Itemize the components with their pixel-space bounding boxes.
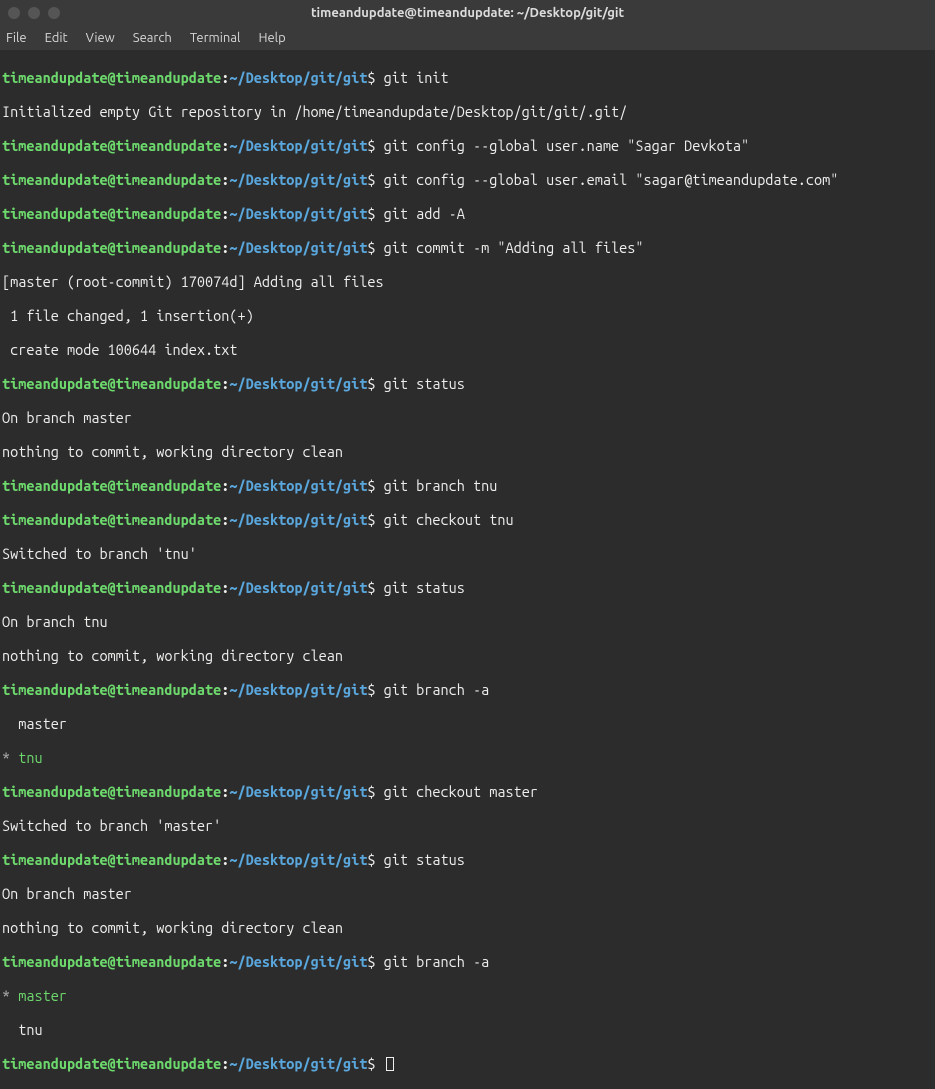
prompt-path: ~/Desktop/git/git xyxy=(229,205,367,222)
prompt-path: ~/Desktop/git/git xyxy=(229,375,367,392)
output: 1 file changed, 1 insertion(+) xyxy=(0,307,935,324)
output: Switched to branch 'master' xyxy=(0,817,935,834)
cursor-icon xyxy=(386,1057,394,1071)
prompt-path: ~/Desktop/git/git xyxy=(229,1055,367,1072)
prompt-path: ~/Desktop/git/git xyxy=(229,477,367,494)
prompt-path: ~/Desktop/git/git xyxy=(229,137,367,154)
command: git add -A xyxy=(384,205,465,222)
prompt-path: ~/Desktop/git/git xyxy=(229,953,367,970)
prompt-path: ~/Desktop/git/git xyxy=(229,69,367,86)
command: git status xyxy=(384,851,465,868)
command: git config --global user.name "Sagar Dev… xyxy=(384,137,749,154)
window-controls xyxy=(8,7,60,19)
menu-help[interactable]: Help xyxy=(258,30,285,47)
command: git status xyxy=(384,375,465,392)
prompt-user: timeandupdate@timeandupdate xyxy=(2,681,221,698)
output: On branch tnu xyxy=(0,613,935,630)
prompt-user: timeandupdate@timeandupdate xyxy=(2,375,221,392)
output: tnu xyxy=(0,1021,935,1038)
command: git checkout tnu xyxy=(384,511,514,528)
output: [master (root-commit) 170074d] Adding al… xyxy=(0,273,935,290)
prompt-path: ~/Desktop/git/git xyxy=(229,851,367,868)
command: git checkout master xyxy=(384,783,538,800)
command: git status xyxy=(384,579,465,596)
prompt-path: ~/Desktop/git/git xyxy=(229,171,367,188)
titlebar: timeandupdate@timeandupdate: ~/Desktop/g… xyxy=(0,0,935,26)
menu-search[interactable]: Search xyxy=(133,30,172,47)
output: nothing to commit, working directory cle… xyxy=(0,919,935,936)
prompt-user: timeandupdate@timeandupdate xyxy=(2,953,221,970)
prompt-user: timeandupdate@timeandupdate xyxy=(2,783,221,800)
output: On branch master xyxy=(0,409,935,426)
window-title: timeandupdate@timeandupdate: ~/Desktop/g… xyxy=(311,5,624,22)
prompt-user: timeandupdate@timeandupdate xyxy=(2,1055,221,1072)
output: nothing to commit, working directory cle… xyxy=(0,443,935,460)
prompt-user: timeandupdate@timeandupdate xyxy=(2,205,221,222)
prompt-user: timeandupdate@timeandupdate xyxy=(2,511,221,528)
output: master xyxy=(0,715,935,732)
active-branch: master xyxy=(10,987,67,1004)
output: On branch master xyxy=(0,885,935,902)
prompt-path: ~/Desktop/git/git xyxy=(229,783,367,800)
output: Switched to branch 'tnu' xyxy=(0,545,935,562)
menu-terminal[interactable]: Terminal xyxy=(190,30,241,47)
prompt-user: timeandupdate@timeandupdate xyxy=(2,239,221,256)
prompt-user: timeandupdate@timeandupdate xyxy=(2,171,221,188)
prompt-user: timeandupdate@timeandupdate xyxy=(2,579,221,596)
prompt-path: ~/Desktop/git/git xyxy=(229,239,367,256)
command: git branch -a xyxy=(384,953,490,970)
branch-star-icon: * xyxy=(2,987,10,1004)
menu-view[interactable]: View xyxy=(86,30,115,47)
prompt-path: ~/Desktop/git/git xyxy=(229,579,367,596)
prompt-path: ~/Desktop/git/git xyxy=(229,511,367,528)
prompt-user: timeandupdate@timeandupdate xyxy=(2,477,221,494)
command: git branch tnu xyxy=(384,477,498,494)
prompt-path: ~/Desktop/git/git xyxy=(229,681,367,698)
output: create mode 100644 index.txt xyxy=(0,341,935,358)
command: git branch -a xyxy=(384,681,490,698)
maximize-icon[interactable] xyxy=(48,7,60,19)
close-icon[interactable] xyxy=(8,7,20,19)
active-branch: tnu xyxy=(10,749,42,766)
menu-edit[interactable]: Edit xyxy=(45,30,68,47)
prompt-user: timeandupdate@timeandupdate xyxy=(2,69,221,86)
prompt-user: timeandupdate@timeandupdate xyxy=(2,851,221,868)
command: git init xyxy=(384,69,449,86)
output: nothing to commit, working directory cle… xyxy=(0,647,935,664)
branch-star-icon: * xyxy=(2,749,10,766)
output: Initialized empty Git repository in /hom… xyxy=(0,103,935,120)
command: git config --global user.email "sagar@ti… xyxy=(384,171,839,188)
command: git commit -m "Adding all files" xyxy=(384,239,644,256)
menu-file[interactable]: File xyxy=(6,30,27,47)
prompt-user: timeandupdate@timeandupdate xyxy=(2,137,221,154)
menubar: File Edit View Search Terminal Help xyxy=(0,26,935,50)
terminal-area[interactable]: timeandupdate@timeandupdate:~/Desktop/gi… xyxy=(0,50,935,1089)
minimize-icon[interactable] xyxy=(28,7,40,19)
